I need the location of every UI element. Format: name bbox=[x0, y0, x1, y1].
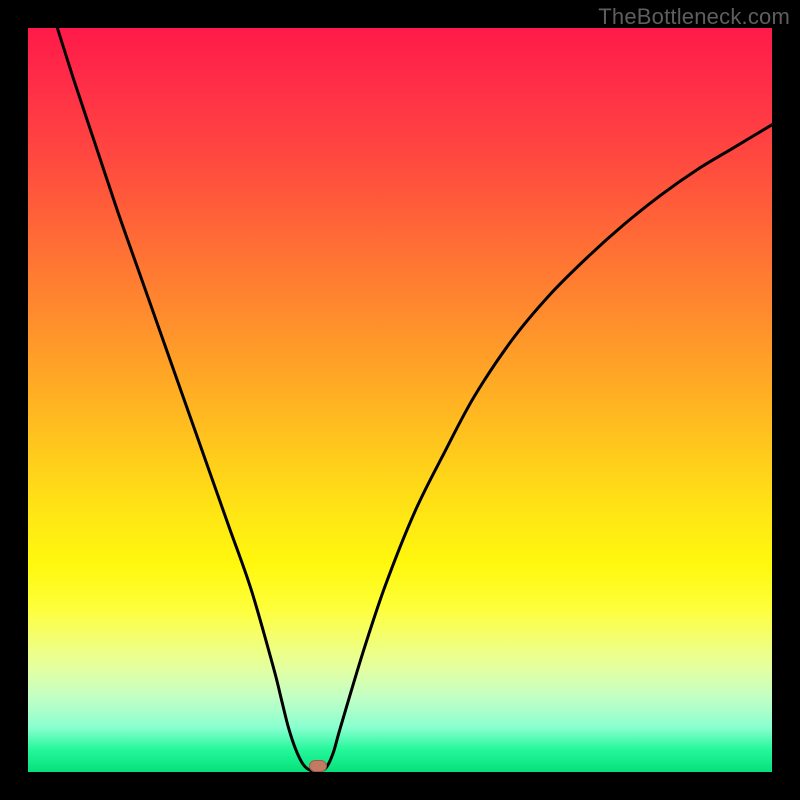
optimal-point-marker bbox=[309, 760, 327, 772]
bottleneck-curve bbox=[28, 28, 772, 771]
chart-frame bbox=[28, 28, 772, 772]
chart-svg bbox=[28, 28, 772, 772]
watermark-text: TheBottleneck.com bbox=[598, 4, 790, 30]
